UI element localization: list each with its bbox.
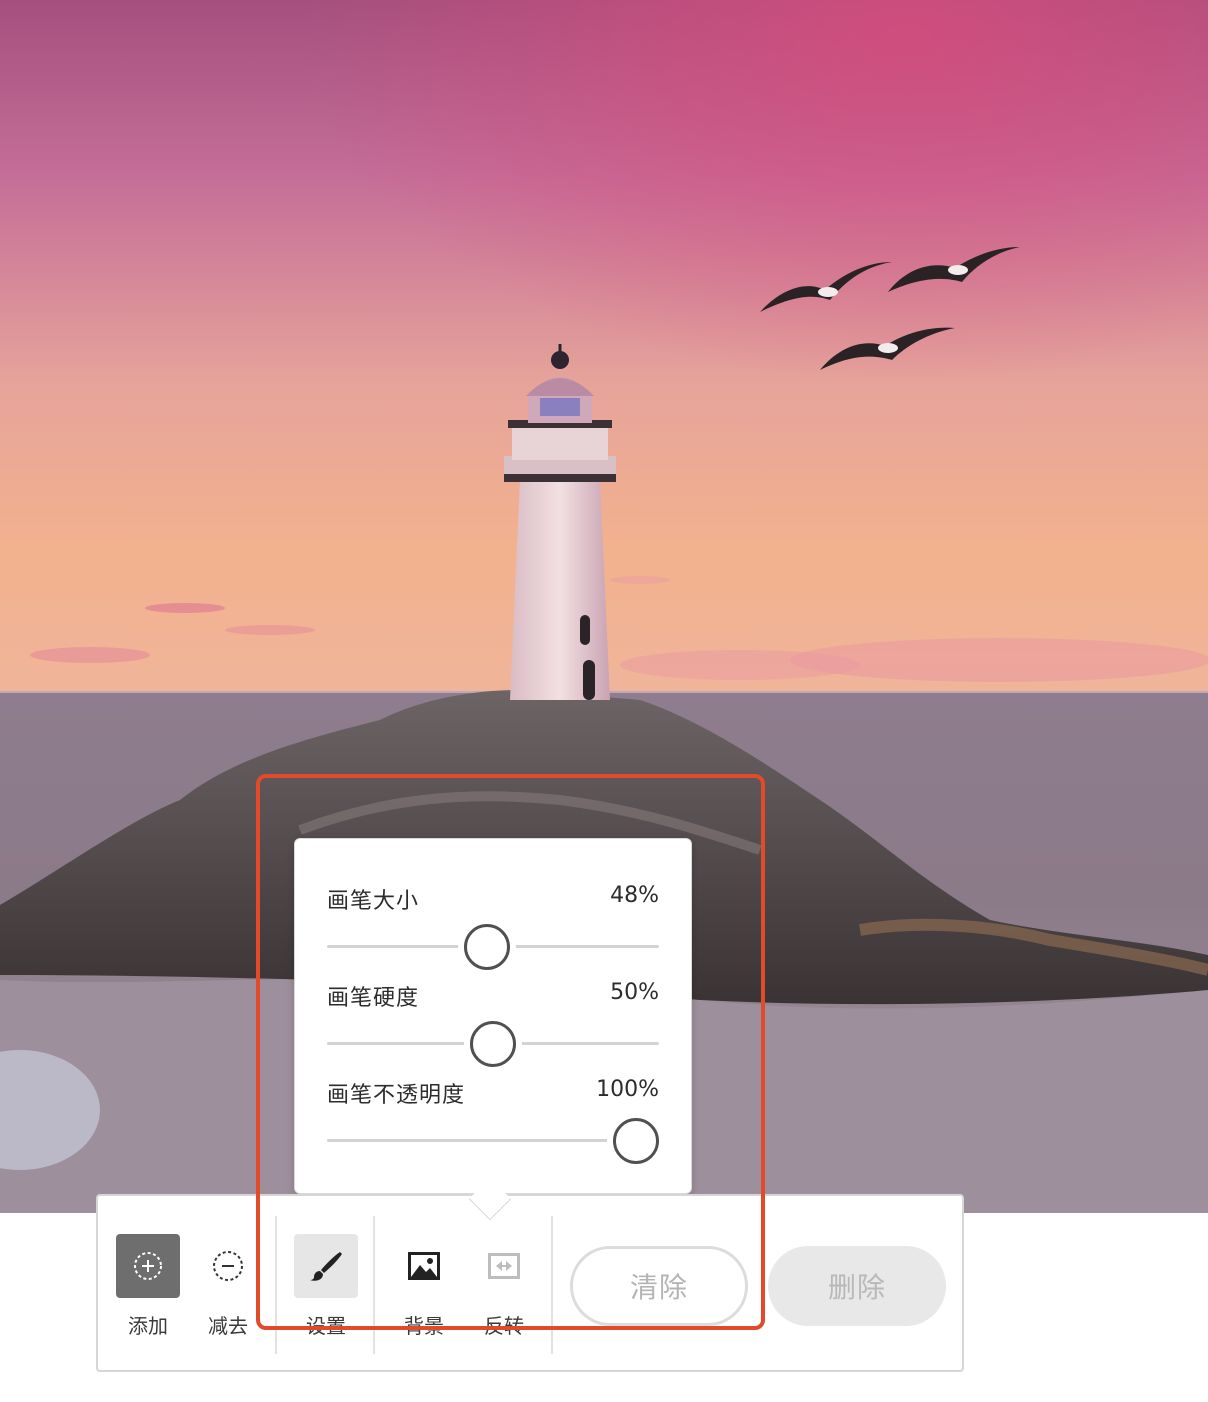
invert-tool[interactable]: 反转 — [471, 1234, 537, 1339]
brush-opacity-track[interactable] — [327, 1139, 659, 1142]
brush-settings-popover: 画笔大小 48% 画笔硬度 50% 画笔不透明度 100% — [294, 838, 692, 1194]
delete-button[interactable]: 删除 — [768, 1246, 946, 1326]
brush-opacity-slider-row: 画笔不透明度 100% — [327, 1077, 659, 1164]
background-label: 背景 — [404, 1314, 444, 1338]
subtract-tool[interactable]: 减去 — [195, 1234, 261, 1339]
brush-opacity-value: 100% — [596, 1077, 659, 1102]
add-tool[interactable]: 添加 — [115, 1234, 181, 1339]
invert-icon[interactable] — [472, 1234, 536, 1298]
brush-opacity-label: 画笔不透明度 — [327, 1083, 466, 1108]
subtract-label: 减去 — [208, 1314, 248, 1338]
brush-size-label: 画笔大小 — [327, 889, 420, 914]
toolbar-divider — [373, 1216, 375, 1354]
brush-hardness-value: 50% — [610, 980, 659, 1005]
settings-tool[interactable]: 设置 — [293, 1234, 359, 1339]
brush-icon[interactable] — [294, 1234, 358, 1298]
subtract-circle-icon[interactable] — [196, 1234, 260, 1298]
image-icon[interactable] — [392, 1234, 456, 1298]
invert-label: 反转 — [484, 1314, 524, 1338]
brush-size-thumb[interactable] — [464, 924, 511, 970]
add-label: 添加 — [128, 1314, 168, 1338]
background-tool[interactable]: 背景 — [391, 1234, 457, 1339]
toolbar-divider — [275, 1216, 277, 1354]
brush-hardness-label: 画笔硬度 — [327, 986, 420, 1011]
mask-toolbar: 添加 减去 设置 背景 反转 清除 删除 — [96, 1194, 964, 1372]
brush-size-value: 48% — [610, 883, 659, 908]
brush-opacity-thumb[interactable] — [613, 1118, 659, 1164]
toolbar-divider — [551, 1216, 553, 1354]
brush-hardness-thumb[interactable] — [470, 1021, 516, 1067]
brush-size-slider-row: 画笔大小 48% — [327, 883, 659, 970]
settings-label: 设置 — [306, 1314, 346, 1338]
clear-button[interactable]: 清除 — [570, 1246, 748, 1326]
brush-hardness-slider-row: 画笔硬度 50% — [327, 980, 659, 1067]
add-circle-icon[interactable] — [116, 1234, 180, 1298]
